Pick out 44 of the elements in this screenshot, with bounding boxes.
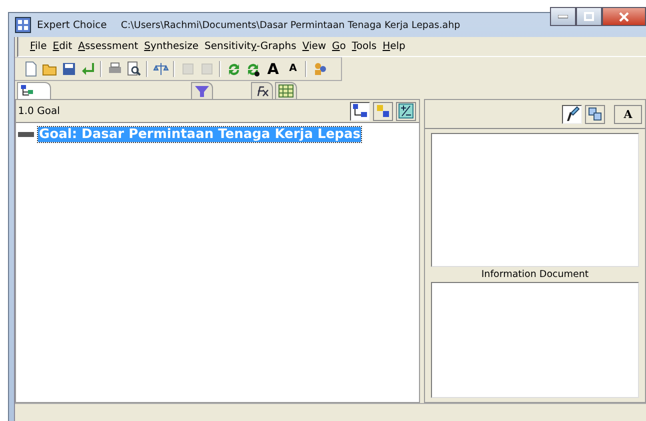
arrow-icon (80, 61, 96, 77)
page-icon (22, 61, 38, 77)
info-label: Information Document (481, 268, 589, 280)
increase-font-button[interactable]: A (262, 59, 284, 79)
view-button[interactable] (350, 102, 370, 120)
view-tab[interactable] (17, 82, 51, 99)
pane-button[interactable] (562, 104, 582, 124)
menu-item[interactable]: Tools (348, 40, 380, 53)
maximize-icon (584, 12, 594, 21)
node-marker (18, 132, 34, 137)
windows-icon (587, 106, 603, 122)
document-icon (180, 61, 196, 77)
menu-item[interactable]: File (27, 40, 50, 53)
menu-item[interactable]: Go (329, 40, 349, 53)
magnifier-icon (126, 61, 142, 77)
close-icon (619, 12, 629, 22)
menu-item[interactable]: View (299, 40, 330, 53)
close-button[interactable] (602, 7, 646, 26)
menu-item[interactable]: Sensitivity-Graphs (202, 40, 300, 53)
document-icon (198, 61, 214, 77)
app-icon (15, 17, 31, 33)
menu-item[interactable]: Synthesize (141, 40, 202, 53)
hierarchy-icon (352, 103, 368, 119)
maximize-button[interactable] (576, 7, 602, 26)
nodes-icon (375, 103, 391, 119)
grid-icon (278, 84, 294, 98)
menu-item[interactable]: Edit (50, 40, 76, 53)
funnel-icon (194, 84, 210, 98)
view-tab[interactable] (251, 82, 273, 99)
plus-minus-icon (398, 103, 414, 119)
file-path: C:\Users\Rachmi\Documents\Dasar Permintaan Tenaga Kerja Lepas.ahp (120, 20, 460, 30)
pencil-icon (564, 106, 580, 122)
pane-button[interactable] (585, 104, 605, 124)
menu-item[interactable]: Assessment (75, 40, 142, 53)
menu-item[interactable]: Help (380, 40, 408, 53)
node-label: 1.0 Goal (18, 106, 60, 116)
decrease-font-button[interactable]: A (284, 59, 302, 79)
minimize-icon (558, 14, 568, 18)
view-button[interactable] (396, 102, 416, 120)
hierarchy-icon (20, 84, 36, 98)
font-button[interactable]: A (614, 104, 642, 124)
window-title: Expert Choice (37, 20, 107, 30)
scale-icon (152, 61, 168, 77)
minimize-button[interactable] (550, 7, 576, 26)
